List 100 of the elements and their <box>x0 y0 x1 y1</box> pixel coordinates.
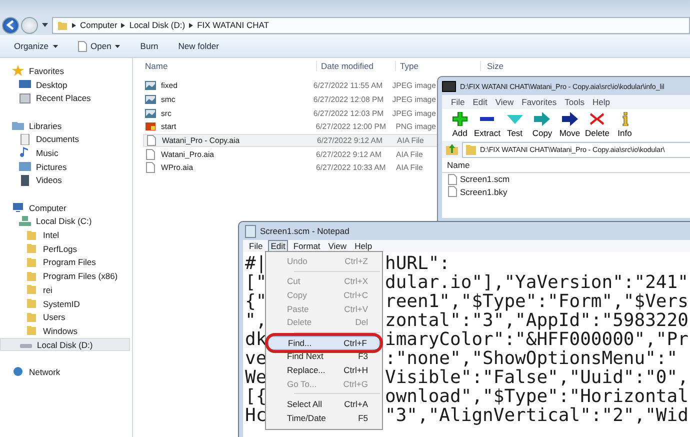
folder-icon <box>57 20 68 30</box>
caret-icon <box>115 44 120 48</box>
nav-item[interactable]: Favorites <box>0 64 132 78</box>
menu-item[interactable]: Tools <box>564 97 584 107</box>
nav-item[interactable]: Users <box>0 310 132 324</box>
text-line: [{ <box>245 386 267 407</box>
text-line: reen1","$Type":"Form","$Vers <box>385 292 688 311</box>
drive-icon <box>19 216 31 227</box>
menu-item[interactable]: Find Next F3 <box>268 350 380 364</box>
nav-item[interactable]: Videos <box>0 174 132 188</box>
chevron-icon <box>189 22 194 28</box>
arrow-icon <box>562 112 578 126</box>
menu-item[interactable]: Favorites <box>522 97 557 107</box>
menu-item[interactable]: View <box>495 97 514 107</box>
column-header[interactable]: Size <box>481 61 504 71</box>
text-line: :"none","ShowOptionsMenu":" <box>385 349 678 368</box>
folder-icon <box>466 144 476 155</box>
menu-item[interactable]: File <box>246 240 266 252</box>
chevron-icon <box>72 22 76 28</box>
nav-item[interactable]: Desktop <box>0 78 132 92</box>
nav-item[interactable]: Network <box>0 365 132 379</box>
text-line: Hc <box>245 405 267 426</box>
caret-icon <box>52 44 58 48</box>
text-line: ", <box>245 310 267 331</box>
menu-item[interactable]: File <box>451 97 465 107</box>
folder-icon <box>26 284 38 296</box>
delete-icon <box>589 112 606 126</box>
menu-item[interactable]: Format <box>290 240 324 252</box>
music-note-icon <box>19 147 31 158</box>
nav-item[interactable]: Pictures <box>0 160 132 174</box>
file-row[interactable]: Screen1.bky <box>442 186 690 198</box>
text-line: ve <box>245 348 267 369</box>
text-line: dk <box>245 329 267 350</box>
nav-item[interactable]: Libraries <box>0 118 132 132</box>
nav-item[interactable]: Program Files <box>0 256 132 270</box>
menu-item[interactable]: Select All Ctrl+A <box>268 397 380 411</box>
text-line: #| <box>245 253 267 274</box>
folder-icon <box>26 243 38 254</box>
document-icon <box>145 148 156 160</box>
menu-item[interactable]: Help <box>352 240 376 252</box>
toolbar-button[interactable]: Extract <box>474 109 501 141</box>
toolbar-button[interactable]: Delete <box>584 109 611 141</box>
nav-item[interactable]: Local Disk (D:) <box>0 338 130 352</box>
text-line: We <box>245 367 267 388</box>
toolbar-button[interactable]: Open <box>72 38 126 54</box>
menu-item[interactable]: Help <box>592 97 610 107</box>
text-line: [" <box>245 272 267 293</box>
globe-icon <box>12 366 24 378</box>
address-bar[interactable]: Computer Local Disk (D:) FIX WATANI CHAT <box>52 16 690 34</box>
dropdown-icon[interactable] <box>42 23 48 27</box>
column-header[interactable]: Date modified <box>317 61 396 71</box>
column-header[interactable]: Type <box>396 61 481 71</box>
text-line: hURL": <box>385 254 450 273</box>
breadcrumb-item[interactable]: Computer <box>80 20 118 30</box>
column-header[interactable]: Name <box>447 160 470 170</box>
up-folder-icon[interactable] <box>445 143 459 156</box>
nav-item[interactable]: rei <box>0 283 132 297</box>
text-line: dular.io"],"YaVersion":"241" <box>385 273 688 292</box>
toolbar-button[interactable]: Copy <box>528 109 556 141</box>
folder-icon <box>26 230 38 241</box>
star-icon <box>12 65 24 76</box>
file-row[interactable]: Screen1.scm <box>442 173 690 186</box>
toolbar-button[interactable]: New folder <box>172 39 225 53</box>
chevron-icon <box>121 22 126 28</box>
folder-icon <box>26 270 38 282</box>
breadcrumb-item[interactable]: Local Disk (D:) <box>129 20 186 30</box>
toolbar-button[interactable]: Organize <box>8 39 64 53</box>
text-line: ownload","$Type":"Horizontal <box>385 387 688 406</box>
image-file-icon <box>145 108 156 119</box>
monitor-icon <box>19 79 31 90</box>
nav-item[interactable]: SystemID <box>0 296 132 310</box>
toolbar-button[interactable]: Info <box>611 109 638 141</box>
back-button[interactable] <box>2 16 19 34</box>
toolbar-button[interactable]: Burn <box>134 39 164 53</box>
nav-item[interactable]: Program Files (x86) <box>0 269 132 283</box>
nav-item[interactable]: Intel <box>0 228 132 242</box>
toolbar-button[interactable]: Test <box>501 109 528 141</box>
menu-item[interactable]: Find... Ctrl+F <box>268 336 380 350</box>
window-icon <box>19 92 31 104</box>
nav-item[interactable]: Documents <box>0 132 132 146</box>
computer-icon <box>12 202 24 214</box>
nav-item[interactable]: Music <box>0 146 132 160</box>
nav-item[interactable]: Local Disk (C:) <box>0 214 132 228</box>
folder-icon <box>12 120 24 132</box>
column-header[interactable]: Name <box>133 61 317 71</box>
menu-item[interactable]: Replace... Ctrl+H <box>268 363 380 377</box>
menu-item[interactable]: Time/Date F5 <box>268 410 380 425</box>
nav-item[interactable]: PerfLogs <box>0 242 132 256</box>
menu-item[interactable]: Edit <box>268 240 288 252</box>
app-icon <box>442 80 456 92</box>
image-file-icon <box>145 94 156 106</box>
document-icon <box>145 162 156 174</box>
toolbar-button[interactable]: Move <box>556 109 584 141</box>
toolbar-button[interactable]: Add <box>446 109 474 141</box>
menu-item[interactable]: View <box>325 240 350 252</box>
menu-item[interactable]: Edit <box>472 97 488 107</box>
breadcrumb-item[interactable]: FIX WATANI CHAT <box>197 20 269 30</box>
nav-item[interactable]: Windows <box>0 324 132 338</box>
nav-item[interactable]: Recent Places <box>0 91 132 106</box>
nav-item[interactable]: Computer <box>0 200 132 215</box>
